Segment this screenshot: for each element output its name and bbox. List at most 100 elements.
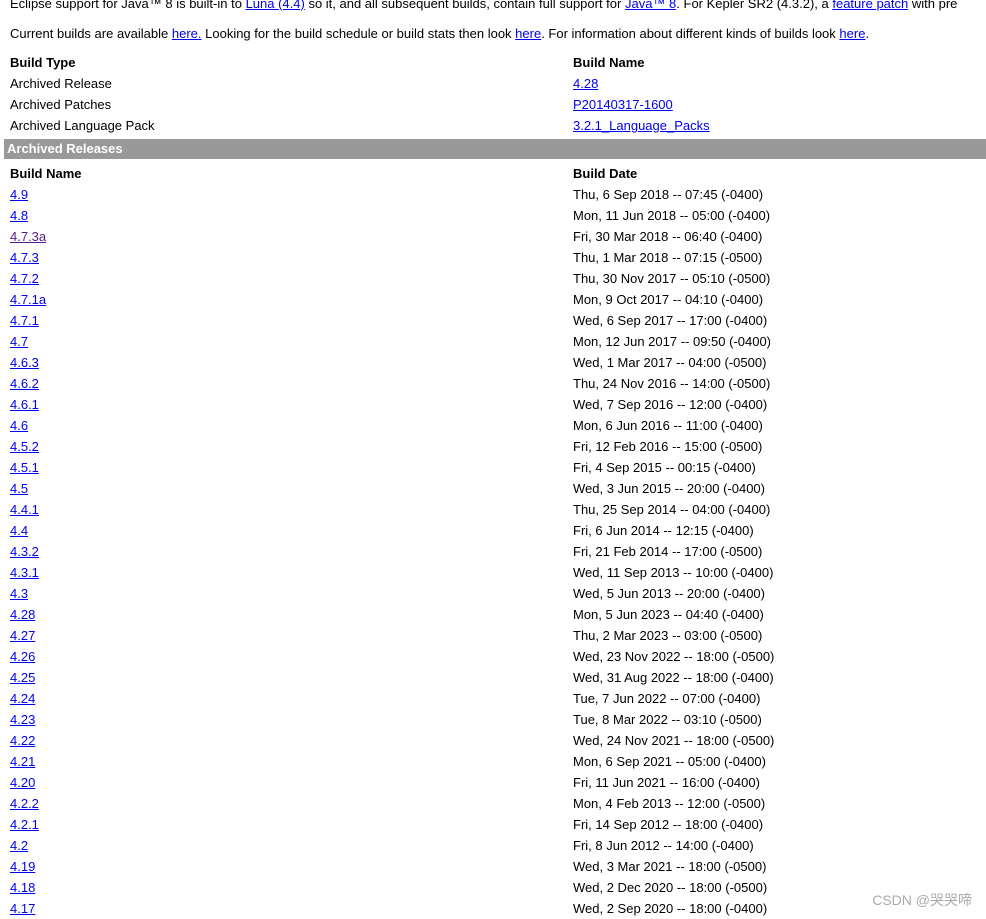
build-date: Fri, 21 Feb 2014 -- 17:00 (-0500) [573,544,763,559]
java8-link[interactable]: Java™ 8 [625,0,676,11]
table-row: 4.6.1 Wed, 7 Sep 2016 -- 12:00 (-0400) [0,394,986,415]
build-date: Mon, 6 Sep 2021 -- 05:00 (-0400) [573,754,766,769]
release-link[interactable]: 4.7.2 [10,268,39,289]
table-row: 4.27 Thu, 2 Mar 2023 -- 03:00 (-0500) [0,625,986,646]
release-link[interactable]: 4.22 [10,730,35,751]
releases-table-header: Build Name Build Date [0,163,986,184]
release-link[interactable]: 4.6.1 [10,394,39,415]
note-text: Looking for the build schedule or build … [201,26,516,41]
section-header-archived-releases: Archived Releases [4,139,986,159]
table-row: 4.25 Wed, 31 Aug 2022 -- 18:00 (-0400) [0,667,986,688]
build-link[interactable]: 4.28 [573,73,598,94]
release-link[interactable]: 4.9 [10,184,28,205]
release-link[interactable]: 4.20 [10,772,35,793]
table-row: Archived Language Pack 3.2.1_Language_Pa… [0,115,986,136]
build-date: Mon, 12 Jun 2017 -- 09:50 (-0400) [573,334,772,349]
table-row: Archived Patches P20140317-1600 [0,94,986,115]
build-type: Archived Release [10,76,112,91]
release-link[interactable]: 4.7.1 [10,310,39,331]
table-row: 4.6.3 Wed, 1 Mar 2017 -- 04:00 (-0500) [0,352,986,373]
release-link[interactable]: 4.8 [10,205,28,226]
header-build-name: Build Name [10,166,82,181]
release-link[interactable]: 4.7.3 [10,247,39,268]
release-link[interactable]: 4.21 [10,751,35,772]
build-date: Mon, 9 Oct 2017 -- 04:10 (-0400) [573,292,764,307]
table-row: 4.3.2 Fri, 21 Feb 2014 -- 17:00 (-0500) [0,541,986,562]
archive-table-header: Build Type Build Name [0,52,986,73]
build-date: Wed, 31 Aug 2022 -- 18:00 (-0400) [573,670,774,685]
build-date: Mon, 6 Jun 2016 -- 11:00 (-0400) [573,418,763,433]
release-link[interactable]: 4.19 [10,856,35,877]
java8-support-note: Eclipse support for Java™ 8 is built-in … [10,0,957,12]
build-date: Wed, 6 Sep 2017 -- 17:00 (-0400) [573,313,768,328]
build-schedule-link[interactable]: here [515,26,541,41]
luna-link[interactable]: Luna (4.4) [246,0,305,11]
table-row: 4.22 Wed, 24 Nov 2021 -- 18:00 (-0500) [0,730,986,751]
note-text: with pre [908,0,958,11]
table-row: 4.6 Mon, 6 Jun 2016 -- 11:00 (-0400) [0,415,986,436]
table-row: 4.4.1 Thu, 25 Sep 2014 -- 04:00 (-0400) [0,499,986,520]
release-link[interactable]: 4.24 [10,688,35,709]
release-link[interactable]: 4.18 [10,877,35,898]
release-link[interactable]: 4.2.1 [10,814,39,835]
build-date: Wed, 1 Mar 2017 -- 04:00 (-0500) [573,355,767,370]
release-link[interactable]: 4.23 [10,709,35,730]
release-link[interactable]: 4.7.3a [10,226,46,247]
table-row: 4.3 Wed, 5 Jun 2013 -- 20:00 (-0400) [0,583,986,604]
release-link[interactable]: 4.2.2 [10,793,39,814]
table-row: 4.5 Wed, 3 Jun 2015 -- 20:00 (-0400) [0,478,986,499]
build-date: Fri, 11 Jun 2021 -- 16:00 (-0400) [573,775,760,790]
table-row: 4.26 Wed, 23 Nov 2022 -- 18:00 (-0500) [0,646,986,667]
build-link[interactable]: P20140317-1600 [573,94,673,115]
release-link[interactable]: 4.27 [10,625,35,646]
note-text: Current builds are available [10,26,172,41]
note-text: Eclipse support for Java™ 8 is built-in … [10,0,246,11]
release-link[interactable]: 4.7 [10,331,28,352]
release-link[interactable]: 4.3.2 [10,541,39,562]
table-row: 4.4 Fri, 6 Jun 2014 -- 12:15 (-0400) [0,520,986,541]
release-link[interactable]: 4.5.1 [10,457,39,478]
release-link[interactable]: 4.6.3 [10,352,39,373]
release-link[interactable]: 4.2 [10,835,28,856]
build-date: Thu, 2 Mar 2023 -- 03:00 (-0500) [573,628,763,643]
table-row: 4.2.2 Mon, 4 Feb 2013 -- 12:00 (-0500) [0,793,986,814]
table-row: 4.24 Tue, 7 Jun 2022 -- 07:00 (-0400) [0,688,986,709]
release-link[interactable]: 4.4.1 [10,499,39,520]
table-row: Archived Release 4.28 [0,73,986,94]
release-link[interactable]: 4.3.1 [10,562,39,583]
section-title: Archived Releases [7,141,123,156]
current-builds-note: Current builds are available here. Looki… [10,26,869,42]
table-row: 4.5.2 Fri, 12 Feb 2016 -- 15:00 (-0500) [0,436,986,457]
header-build-type: Build Type [10,55,76,70]
release-link[interactable]: 4.5 [10,478,28,499]
table-row: 4.28 Mon, 5 Jun 2023 -- 04:40 (-0400) [0,604,986,625]
table-row: 4.3.1 Wed, 11 Sep 2013 -- 10:00 (-0400) [0,562,986,583]
release-link[interactable]: 4.28 [10,604,35,625]
release-link[interactable]: 4.7.1a [10,289,46,310]
release-link[interactable]: 4.6 [10,415,28,436]
note-text: . For Kepler SR2 (4.3.2), a [676,0,833,11]
table-row: 4.18 Wed, 2 Dec 2020 -- 18:00 (-0500) [0,877,986,898]
table-row: 4.6.2 Thu, 24 Nov 2016 -- 14:00 (-0500) [0,373,986,394]
build-types-link[interactable]: here [839,26,865,41]
build-date: Mon, 5 Jun 2023 -- 04:40 (-0400) [573,607,764,622]
build-date: Tue, 7 Jun 2022 -- 07:00 (-0400) [573,691,761,706]
build-date: Thu, 1 Mar 2018 -- 07:15 (-0500) [573,250,763,265]
release-link[interactable]: 4.25 [10,667,35,688]
release-link[interactable]: 4.4 [10,520,28,541]
release-link[interactable]: 4.6.2 [10,373,39,394]
release-link[interactable]: 4.5.2 [10,436,39,457]
build-link[interactable]: 3.2.1_Language_Packs [573,115,710,136]
build-date: Fri, 8 Jun 2012 -- 14:00 (-0400) [573,838,754,853]
build-date: Wed, 11 Sep 2013 -- 10:00 (-0400) [573,565,774,580]
table-row: 4.2.1 Fri, 14 Sep 2012 -- 18:00 (-0400) [0,814,986,835]
table-row: 4.21 Mon, 6 Sep 2021 -- 05:00 (-0400) [0,751,986,772]
build-date: Wed, 2 Dec 2020 -- 18:00 (-0500) [573,880,768,895]
release-link[interactable]: 4.26 [10,646,35,667]
current-builds-link[interactable]: here. [172,26,202,41]
note-text: so it, and all subsequent builds, contai… [304,0,625,11]
feature-patch-link[interactable]: feature patch [832,0,908,11]
release-link[interactable]: 4.3 [10,583,28,604]
header-build-name: Build Name [573,55,645,70]
build-date: Wed, 7 Sep 2016 -- 12:00 (-0400) [573,397,768,412]
